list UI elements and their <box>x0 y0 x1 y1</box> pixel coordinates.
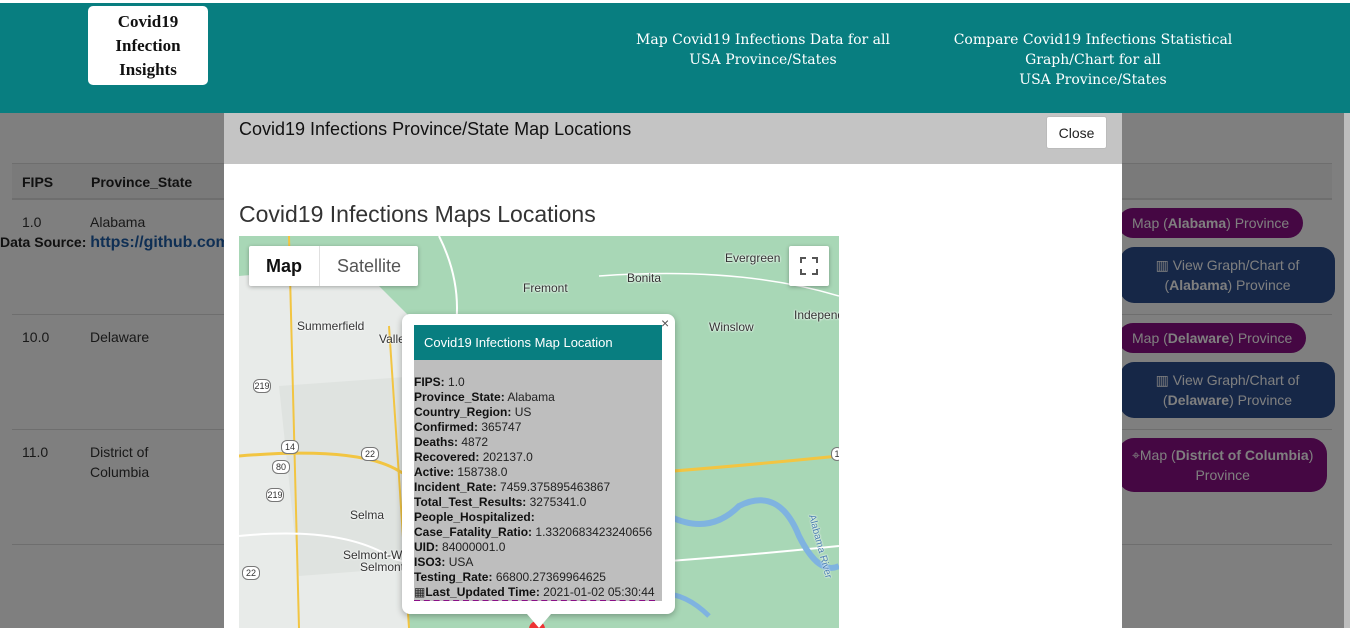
nav-compare-link-line3: USA Province/States <box>1019 72 1167 88</box>
brand-logo[interactable]: Covid19 Infection Insights <box>88 6 208 85</box>
info-field-label: Testing_Rate: <box>414 570 493 584</box>
map-type-map-button[interactable]: Map <box>249 246 320 286</box>
route-shield: 219 <box>253 379 271 393</box>
info-window: × Covid19 Infections Map Location FIPS: … <box>402 314 675 628</box>
info-field-value: 3275341.0 <box>529 495 587 509</box>
place-label: Summerfield <box>297 319 365 333</box>
nav-compare-link-line1: Compare Covid19 Infections Statistical <box>953 32 1233 48</box>
google-map[interactable]: Map Satellite Evergreen Bonita Fremont S… <box>239 236 839 628</box>
info-field: Province_State: Alabama <box>414 390 662 405</box>
info-field-label: Incident_Rate: <box>414 480 497 494</box>
info-field-label: Active: <box>414 465 455 479</box>
info-field-value: 7459.375895463867 <box>500 480 611 494</box>
route-shield: 1 <box>831 447 839 461</box>
modal-header: Covid19 Infections Province/State Map Lo… <box>224 113 1122 164</box>
place-label: Evergreen <box>725 251 781 265</box>
info-field-value: Alabama <box>507 390 555 404</box>
map-type-control: Map Satellite <box>249 246 419 286</box>
info-field-label: Case_Fatality_Ratio: <box>414 525 533 539</box>
route-shield: 22 <box>242 566 260 580</box>
info-field-label: Recovered: <box>414 450 480 464</box>
info-field: Active: 158738.0 <box>414 465 662 480</box>
place-label: Selmont <box>360 560 405 574</box>
info-field: Case_Fatality_Ratio: 1.3320683423240656 <box>414 525 662 540</box>
map-modal: Covid19 Infections Province/State Map Lo… <box>224 113 1122 628</box>
info-field-value: 1.3320683423240656 <box>535 525 653 539</box>
info-field: UID: 84000001.0 <box>414 540 662 555</box>
info-field: Deaths: 4872 <box>414 435 662 450</box>
brand-line2: Insights <box>119 59 177 79</box>
info-window-fields: FIPS: 1.0 Province_State: Alabama Countr… <box>414 360 662 601</box>
info-field-value: USA <box>448 555 474 569</box>
fullscreen-icon[interactable] <box>789 246 829 286</box>
info-field-label: ISO3: <box>414 555 446 569</box>
route-shield: 14 <box>281 440 299 454</box>
info-field-value: 365747 <box>481 420 522 434</box>
info-window-body: Covid19 Infections Map Location FIPS: 1.… <box>414 325 662 601</box>
info-field-value: 1.0 <box>448 375 465 389</box>
nav-map-link-line1: Map Covid19 Infections Data for all <box>636 32 890 48</box>
top-navbar: Covid19 Infection Insights Map Covid19 In… <box>0 0 1350 113</box>
info-field-value: 158738.0 <box>457 465 508 479</box>
info-field-label: UID: <box>414 540 439 554</box>
info-field-label: Province_State: <box>414 390 505 404</box>
close-button[interactable]: Close <box>1046 116 1107 149</box>
info-field-value: 2021-01-02 05:30:44 <box>543 585 655 599</box>
nav-map-link[interactable]: Map Covid19 Infections Data for all USA … <box>628 30 898 70</box>
place-label: Fremont <box>523 281 568 295</box>
map-type-satellite-button[interactable]: Satellite <box>320 246 418 286</box>
info-field: Incident_Rate: 7459.375895463867 <box>414 480 662 495</box>
place-label: Bonita <box>627 271 662 285</box>
nav-map-link-line2: USA Province/States <box>689 52 837 68</box>
place-label: Winslow <box>709 320 754 334</box>
info-field: Confirmed: 365747 <box>414 420 662 435</box>
route-shield: 219 <box>266 488 284 502</box>
info-field-label: Confirmed: <box>414 420 478 434</box>
route-shield: 80 <box>272 460 290 474</box>
calendar-icon: ▦ <box>414 585 426 599</box>
info-field-value: 4872 <box>461 435 489 449</box>
info-field: Country_Region: US <box>414 405 662 420</box>
info-field: Testing_Rate: 66800.27369964625 <box>414 570 662 585</box>
info-field: Recovered: 202137.0 <box>414 450 662 465</box>
info-field-value: 66800.27369964625 <box>495 570 606 584</box>
info-field-value: 202137.0 <box>482 450 533 464</box>
brand-line1: Covid19 Infection <box>115 11 181 55</box>
modal-title: Covid19 Infections Province/State Map Lo… <box>239 119 632 139</box>
nav-compare-link[interactable]: Compare Covid19 Infections Statistical G… <box>950 30 1236 90</box>
info-field-label: Total_Test_Results: <box>414 495 527 509</box>
info-field-label: Country_Region: <box>414 405 512 419</box>
info-field: ISO3: USA <box>414 555 662 570</box>
info-field: FIPS: 1.0 <box>414 375 662 390</box>
place-label: Independe <box>794 308 839 322</box>
info-window-title: Covid19 Infections Map Location <box>414 325 662 360</box>
nav-compare-link-line2: Graph/Chart for all <box>1025 52 1161 68</box>
info-field: Total_Test_Results: 3275341.0 <box>414 495 662 510</box>
info-field-value: 84000001.0 <box>442 540 506 554</box>
page-scrollbar[interactable] <box>1344 113 1350 628</box>
info-window-close-icon[interactable]: × <box>661 315 669 331</box>
maps-heading: Covid19 Infections Maps Locations <box>239 201 596 227</box>
route-shield: 22 <box>361 447 379 461</box>
info-field-value: US <box>514 405 532 419</box>
info-field-label: People_Hospitalized: <box>414 510 535 524</box>
info-field-label: Deaths: <box>414 435 459 449</box>
info-field-label: FIPS: <box>414 375 445 389</box>
place-label: Selma <box>350 508 385 522</box>
place-label: Valle <box>379 332 405 346</box>
info-field-label: Last_Updated Time: <box>425 585 540 599</box>
info-field: People_Hospitalized: <box>414 510 662 525</box>
info-field-last-updated: ▦Last_Updated Time: 2021-01-02 05:30:44 <box>414 585 655 601</box>
